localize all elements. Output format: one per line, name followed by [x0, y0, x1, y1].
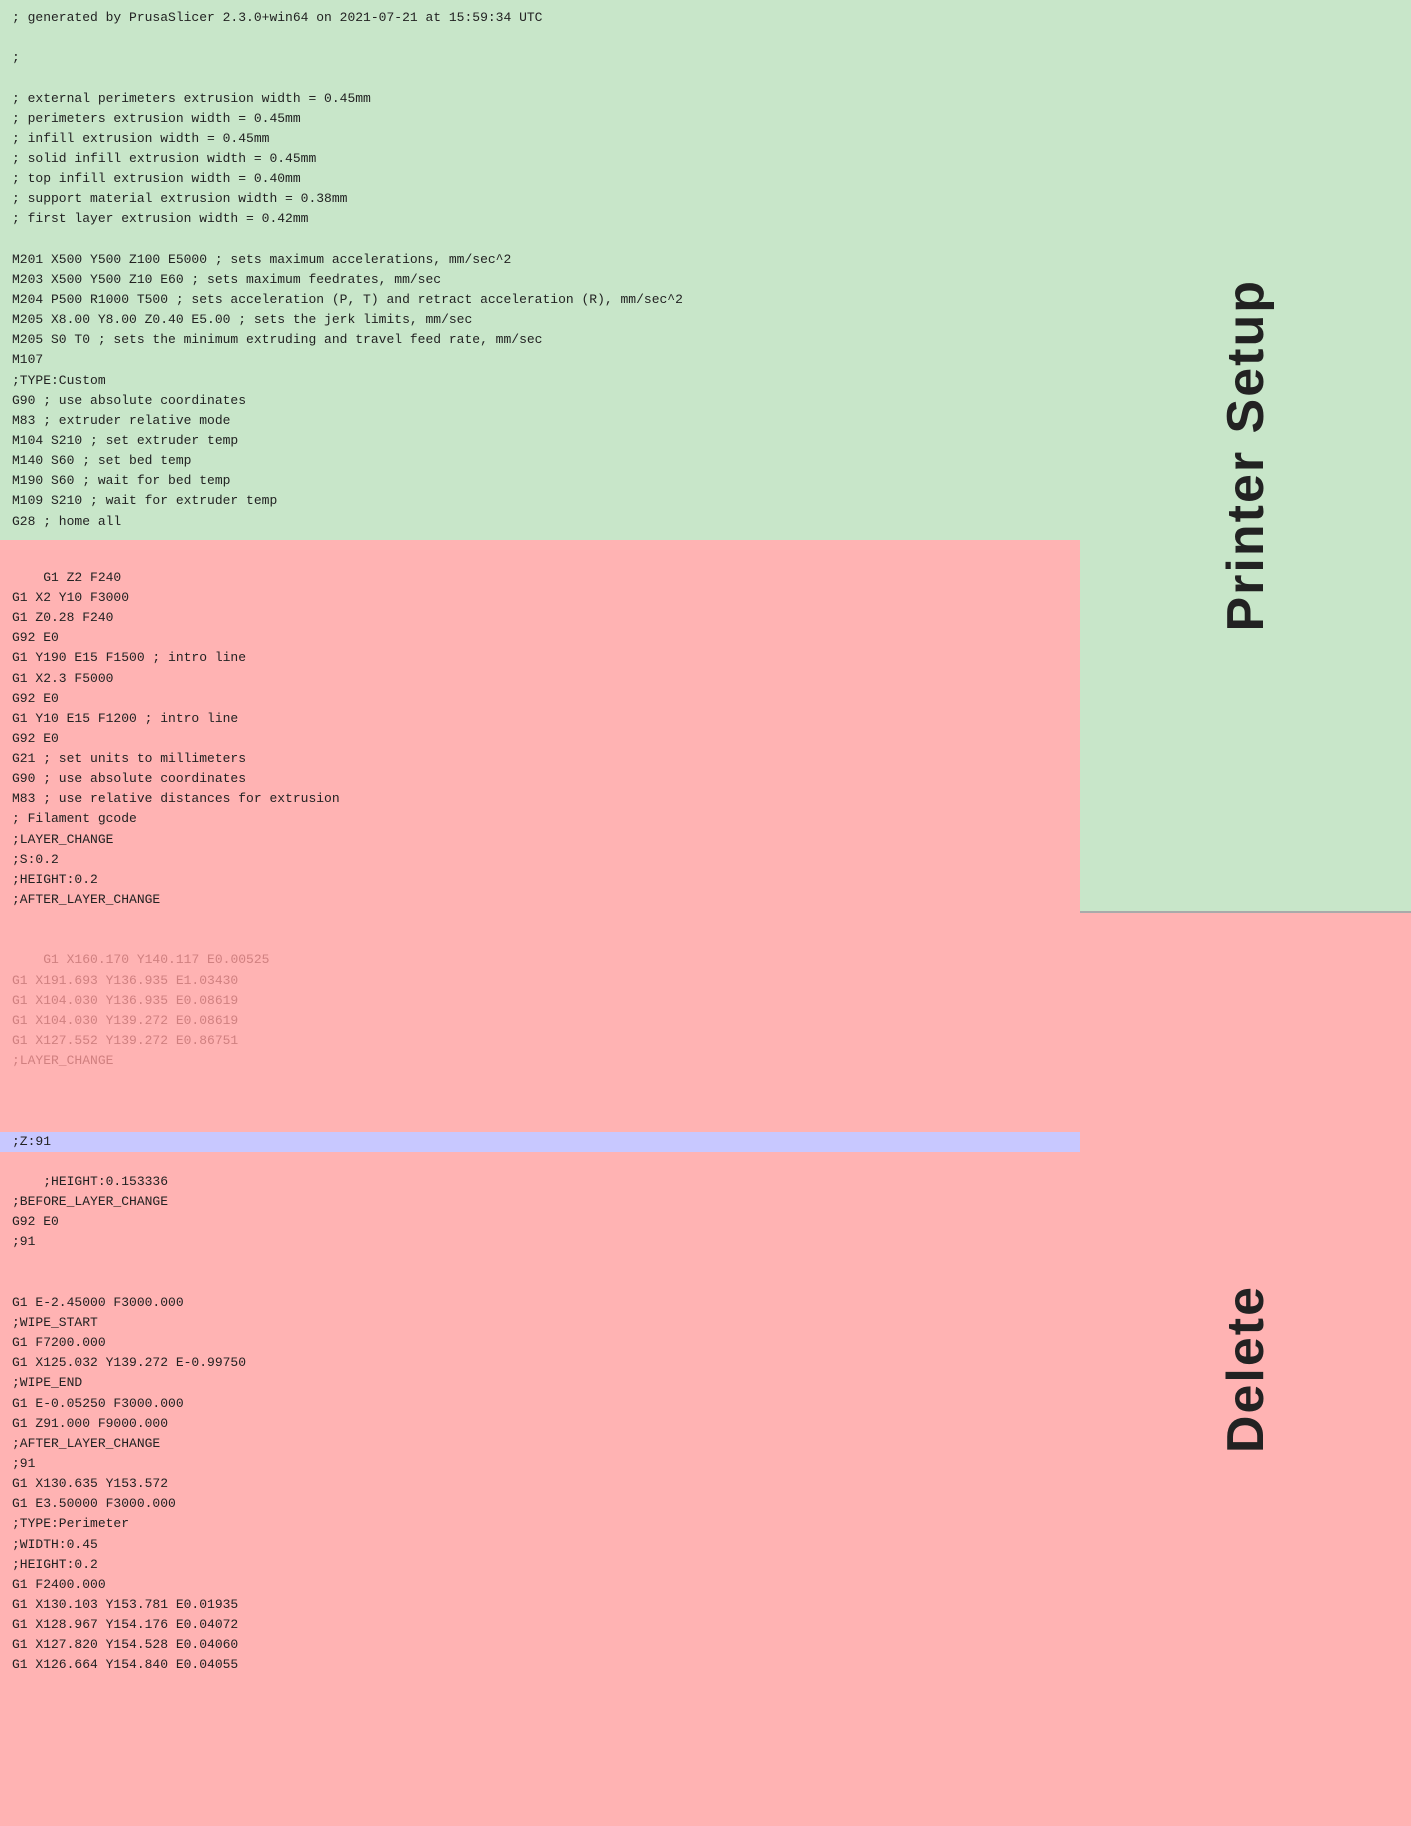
delete-code-top: G1 Z2 F240 G1 X2 Y10 F3000 G1 Z0.28 F240…	[12, 570, 340, 907]
sidebar: Printer Setup Delete	[1080, 0, 1411, 1826]
highlighted-line: ;Z:91	[0, 1132, 1080, 1152]
code-panel: ; generated by PrusaSlicer 2.3.0+win64 o…	[0, 0, 1080, 1826]
delete-section: G1 Z2 F240 G1 X2 Y10 F3000 G1 Z0.28 F240…	[0, 540, 1080, 1826]
printer-setup-section: ; generated by PrusaSlicer 2.3.0+win64 o…	[0, 0, 1080, 540]
delete-label: Delete	[1216, 1285, 1276, 1453]
printer-setup-label: Printer Setup	[1216, 279, 1276, 632]
sidebar-delete[interactable]: Delete	[1080, 913, 1411, 1826]
delete-code-bottom: ;HEIGHT:0.153336 ;BEFORE_LAYER_CHANGE G9…	[12, 1174, 246, 1672]
sidebar-printer-setup[interactable]: Printer Setup	[1080, 0, 1411, 913]
delete-code-faded: G1 X160.170 Y140.117 E0.00525 G1 X191.69…	[12, 952, 269, 1068]
